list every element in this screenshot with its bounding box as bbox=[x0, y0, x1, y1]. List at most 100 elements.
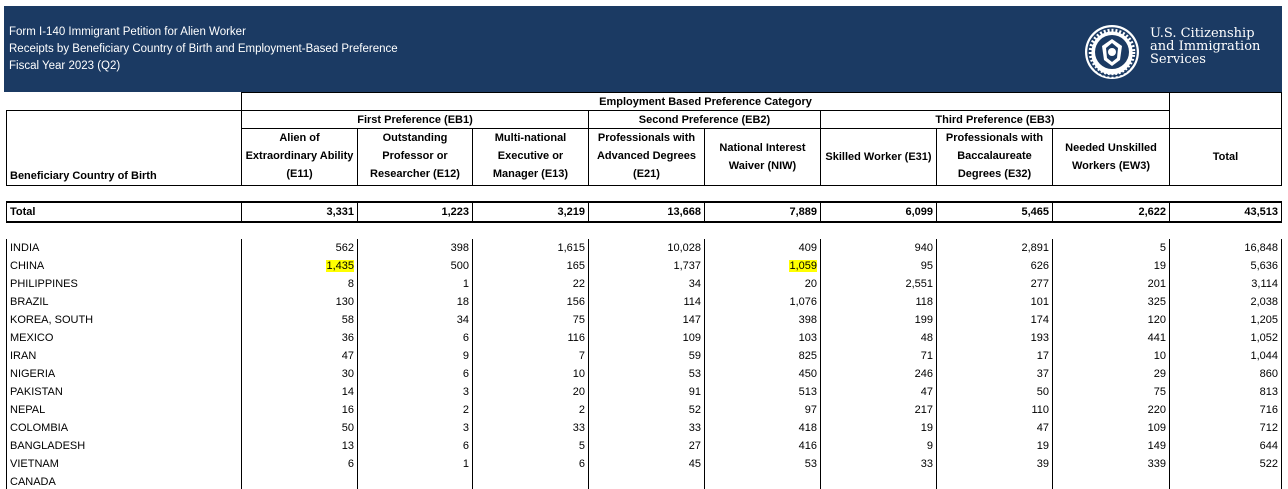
row-label-header-top bbox=[6, 110, 242, 129]
row-value-cell: 6 bbox=[357, 365, 473, 383]
row-country: KOREA, SOUTH bbox=[6, 311, 242, 329]
row-value-cell: 75 bbox=[472, 311, 589, 329]
row-value-cell: 48 bbox=[820, 329, 937, 347]
row-value-cell: 2,891 bbox=[936, 239, 1053, 257]
row-value-cell: 33 bbox=[820, 455, 937, 473]
row-value-cell: 398 bbox=[357, 239, 473, 257]
row-value-cell: 39 bbox=[936, 455, 1053, 473]
row-value-cell: 19 bbox=[820, 419, 937, 437]
row-value-cell: 17 bbox=[936, 347, 1053, 365]
row-value-cell: 101 bbox=[936, 293, 1053, 311]
row-value-cell: 6 bbox=[357, 329, 473, 347]
total-row: Total 3,331 1,223 3,219 13,668 7,889 6,0… bbox=[6, 201, 1282, 223]
row-value-cell: 52 bbox=[588, 401, 705, 419]
row-value-cell: 47 bbox=[820, 383, 937, 401]
row-value-cell: 860 bbox=[1169, 365, 1282, 383]
row-value-cell: 813 bbox=[1169, 383, 1282, 401]
row-value-cell: 13 bbox=[241, 437, 358, 455]
row-value-cell: 1,615 bbox=[472, 239, 589, 257]
row-value-cell: 409 bbox=[704, 239, 821, 257]
group-header-eb3: Third Preference (EB3) bbox=[820, 110, 1170, 129]
column-header-e11: Alien of Extraordinary Ability (E11) bbox=[241, 128, 358, 186]
row-value-cell: 1,205 bbox=[1169, 311, 1282, 329]
table-row: COLOMBIA 50 3 33 33 418 19 47 109 712 bbox=[6, 419, 1282, 437]
row-value-cell: 2,551 bbox=[820, 275, 937, 293]
row-value-cell: 199 bbox=[820, 311, 937, 329]
row-value-cell: 165 bbox=[472, 257, 589, 275]
row-country: CANADA bbox=[6, 473, 242, 489]
total-cell: 1,223 bbox=[357, 201, 473, 223]
row-value-cell: 6 bbox=[357, 437, 473, 455]
row-value-cell: 45 bbox=[588, 455, 705, 473]
cell bbox=[820, 473, 937, 489]
report-title: Form I-140 Immigrant Petition for Alien … bbox=[9, 26, 246, 38]
highlighted-value: 1,435 bbox=[326, 260, 354, 272]
row-country: PHILIPPINES bbox=[6, 275, 242, 293]
row-value-cell: 114 bbox=[588, 293, 705, 311]
row-value-cell: 712 bbox=[1169, 419, 1282, 437]
total-cell: 43,513 bbox=[1169, 201, 1282, 223]
row-value-cell: 277 bbox=[936, 275, 1053, 293]
row-value-cell: 1,076 bbox=[704, 293, 821, 311]
row-value-cell: 50 bbox=[936, 383, 1053, 401]
cell bbox=[357, 473, 473, 489]
total-cell: 5,465 bbox=[936, 201, 1053, 223]
row-value-cell: 34 bbox=[588, 275, 705, 293]
row-value-cell: 3 bbox=[357, 419, 473, 437]
row-value-cell: 201 bbox=[1052, 275, 1170, 293]
row-value-cell: 71 bbox=[820, 347, 937, 365]
row-value-cell: 2 bbox=[472, 401, 589, 419]
row-value-cell: 339 bbox=[1052, 455, 1170, 473]
column-header-text: Outstanding Professor or Researcher (E12… bbox=[370, 132, 460, 180]
row-value-cell: 562 bbox=[241, 239, 358, 257]
row-value-cell: 10,028 bbox=[588, 239, 705, 257]
row-value-cell: 398 bbox=[704, 311, 821, 329]
row-value-cell: 1 bbox=[357, 455, 473, 473]
row-value-cell: 95 bbox=[820, 257, 937, 275]
report-title-block: Form I-140 Immigrant Petition for Alien … bbox=[9, 24, 398, 75]
row-value-cell: 47 bbox=[936, 419, 1053, 437]
column-header-e32: Professionals with Baccalaureate Degrees… bbox=[936, 128, 1053, 186]
cell bbox=[588, 473, 705, 489]
column-header-text: Professionals with Advanced Degrees (E21… bbox=[596, 132, 697, 180]
spacer-row bbox=[7, 222, 1282, 239]
row-country: COLOMBIA bbox=[6, 419, 242, 437]
column-header-e13: Multi-national Executive or Manager (E13… bbox=[472, 128, 589, 186]
row-value-cell: 18 bbox=[357, 293, 473, 311]
row-value-cell: 147 bbox=[588, 311, 705, 329]
row-value-cell: 500 bbox=[357, 257, 473, 275]
total-cell: 3,331 bbox=[241, 201, 358, 223]
cell bbox=[472, 473, 589, 489]
column-header-e31: Skilled Worker (E31) bbox=[820, 128, 937, 186]
row-value-cell: 116 bbox=[472, 329, 589, 347]
row-value-cell: 1,052 bbox=[1169, 329, 1282, 347]
row-value-cell: 58 bbox=[241, 311, 358, 329]
row-value-cell: 47 bbox=[241, 347, 358, 365]
total-cell: 13,668 bbox=[588, 201, 705, 223]
row-value-cell: 19 bbox=[1052, 257, 1170, 275]
table-row: PHILIPPINES 8 1 22 34 20 2,551 277 201 3,114 bbox=[6, 275, 1282, 293]
row-value-cell: 53 bbox=[588, 365, 705, 383]
row-value-cell: 1 bbox=[357, 275, 473, 293]
row-value-cell: 940 bbox=[820, 239, 937, 257]
row-value-cell: 109 bbox=[1052, 419, 1170, 437]
row-value-cell: 109 bbox=[588, 329, 705, 347]
row-value-cell: 3,114 bbox=[1169, 275, 1282, 293]
row-value-cell: 6 bbox=[241, 455, 358, 473]
row-value-cell: 418 bbox=[704, 419, 821, 437]
cell bbox=[704, 473, 821, 489]
row-value-cell: 59 bbox=[588, 347, 705, 365]
cell bbox=[1169, 473, 1282, 489]
row-value-cell: 34 bbox=[357, 311, 473, 329]
spacer-row bbox=[7, 186, 1282, 203]
row-value-cell: 5,636 bbox=[1169, 257, 1282, 275]
row-value-cell: 33 bbox=[588, 419, 705, 437]
row-value-cell: 174 bbox=[936, 311, 1053, 329]
row-value-cell: 50 bbox=[241, 419, 358, 437]
table-row: NEPAL 16 2 2 52 97 217 110 220 716 bbox=[6, 401, 1282, 419]
column-header-total: Total bbox=[1169, 128, 1282, 186]
column-header-niw: National Interest Waiver (NIW) bbox=[704, 128, 821, 186]
category-header: Employment Based Preference Category bbox=[241, 92, 1170, 111]
row-country: NEPAL bbox=[6, 401, 242, 419]
row-value-cell: 97 bbox=[704, 401, 821, 419]
